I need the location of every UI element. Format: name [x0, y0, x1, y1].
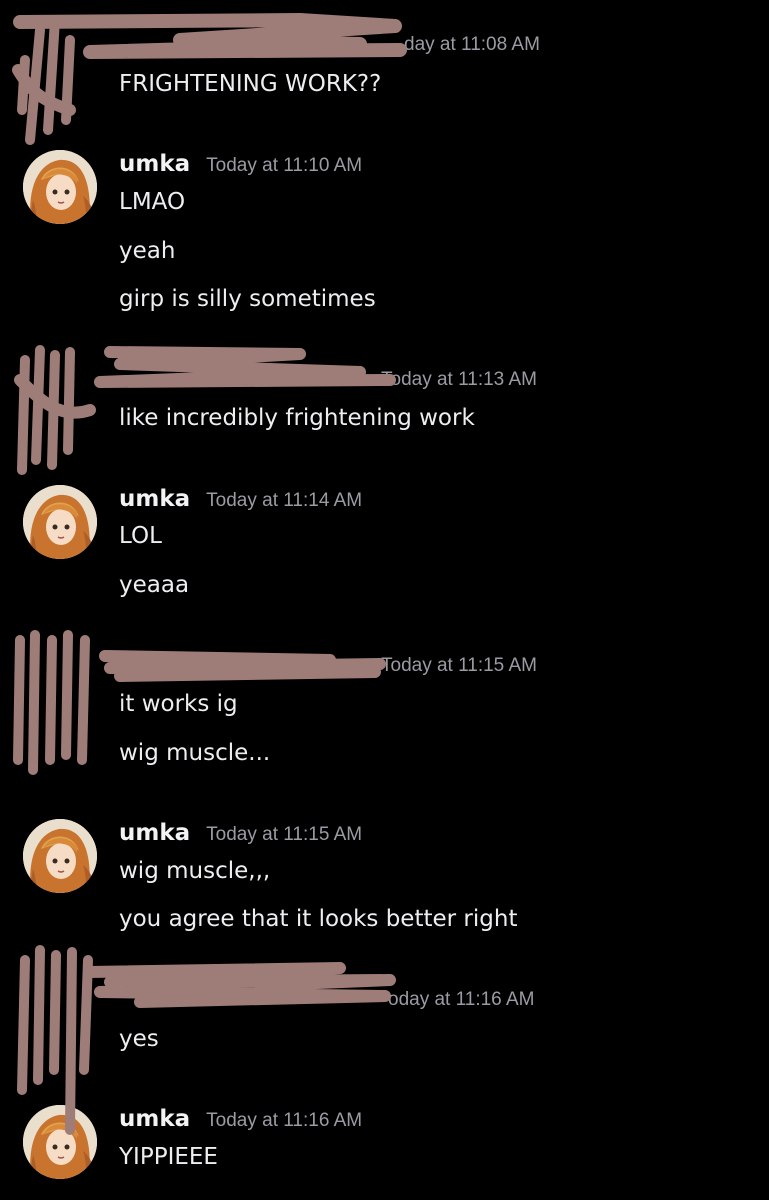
message-line: yes	[119, 1026, 159, 1052]
message-line: girp is silly sometimes	[119, 286, 376, 312]
message-line: you agree that it looks better right	[119, 906, 518, 932]
message-timestamp: day at 11:08 AM	[404, 34, 540, 55]
message-line: yeaaa	[119, 572, 190, 598]
message-line: YIPPIEEE	[119, 1144, 218, 1170]
anime-girl-avatar[interactable]	[23, 819, 97, 893]
username[interactable]: umka	[119, 820, 190, 846]
anime-girl-avatar[interactable]	[23, 485, 97, 559]
message-line: wig muscle...	[119, 740, 271, 766]
message-timestamp: oday at 11:16 AM	[388, 989, 535, 1010]
message-timestamp: Today at 11:15 AM	[381, 655, 537, 676]
message-line: like incredibly frightening work	[119, 405, 475, 431]
message-line: LOL	[119, 523, 162, 549]
message-timestamp: Today at 11:15 AM	[206, 824, 363, 845]
message-line: FRIGHTENING WORK??	[119, 71, 382, 97]
message-timestamp: Today at 11:13 AM	[381, 369, 537, 390]
username[interactable]: umka	[119, 151, 190, 177]
message-timestamp: Today at 11:14 AM	[206, 490, 363, 511]
redaction-scribble	[12, 13, 407, 1135]
anime-girl-avatar[interactable]	[23, 150, 97, 224]
message-line: yeah	[119, 238, 176, 264]
username[interactable]: umka	[119, 1106, 190, 1132]
message-timestamp: Today at 11:10 AM	[206, 155, 363, 176]
message-line: LMAO	[119, 189, 186, 215]
username[interactable]: umka	[119, 486, 190, 512]
message-line: it works ig	[119, 691, 238, 717]
message-line: wig muscle,,,	[119, 858, 271, 884]
message-timestamp: Today at 11:16 AM	[206, 1110, 363, 1131]
anime-girl-avatar[interactable]	[23, 1105, 97, 1179]
